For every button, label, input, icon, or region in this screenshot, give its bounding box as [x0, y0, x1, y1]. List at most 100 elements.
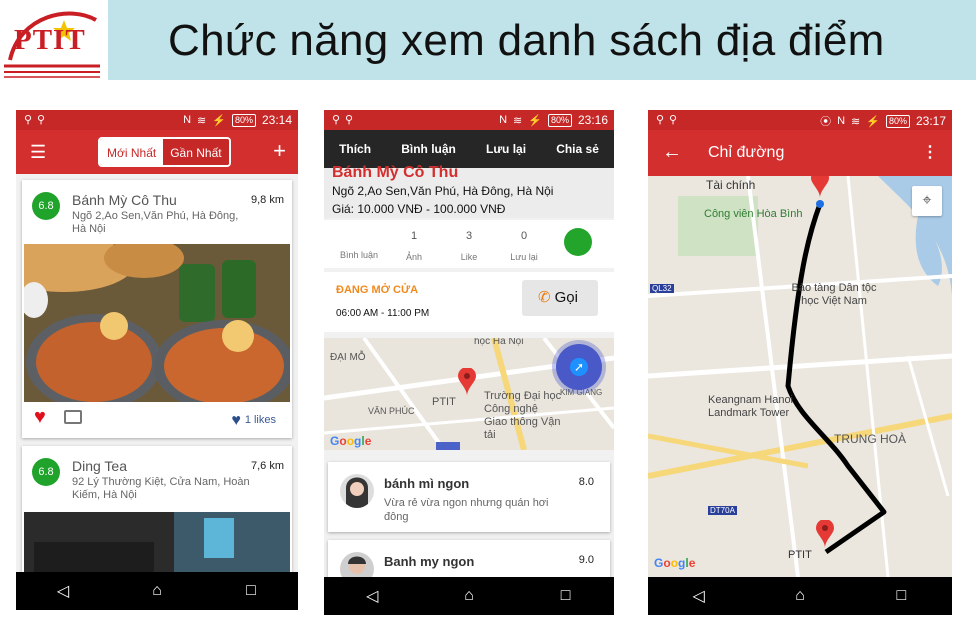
directions-icon: ➚ — [570, 358, 588, 376]
screen-title: Chỉ đường — [708, 144, 785, 161]
battery-level: 80% — [231, 113, 256, 127]
wifi-icon: ≋ — [851, 115, 861, 128]
place-distance: 9,8 km — [250, 194, 284, 206]
destination-pin-icon — [811, 176, 829, 198]
clock: 23:16 — [577, 113, 608, 127]
back-arrow-icon[interactable]: ← — [662, 141, 682, 164]
stat-value: 0 — [520, 230, 528, 242]
hamburger-menu-icon[interactable]: ☰ — [30, 142, 48, 163]
wifi-icon: ≋ — [197, 114, 207, 127]
place-address: Ngõ 2,Ao Sen,Văn Phú, Hà Đông, Hà Nội — [332, 184, 554, 198]
map-label: Bảo tàng Dân tộc học Việt Nam — [791, 282, 877, 307]
wifi-icon: ≋ — [513, 114, 523, 127]
battery-icon: ⚡ — [528, 114, 542, 127]
place-distance: 7,6 km — [250, 460, 284, 472]
map-label: PTIT — [788, 549, 812, 561]
avatar — [340, 474, 374, 508]
back-nav-icon[interactable]: ◁ — [679, 586, 719, 606]
food-photo[interactable] — [24, 512, 290, 576]
map-label: Công viên Hòa Bình — [704, 208, 803, 220]
battery-icon: ⚡ — [212, 114, 226, 127]
hours-text: 06:00 AM - 11:00 PM — [336, 308, 430, 319]
add-place-icon[interactable]: + — [273, 138, 286, 164]
tab-comment[interactable]: Bình luận — [401, 142, 456, 156]
review-card[interactable]: bánh mì ngon 8.0 Vừa rẻ vừa ngon nhưng q… — [328, 462, 610, 532]
back-nav-icon[interactable]: ◁ — [43, 581, 83, 601]
map-label: học Hà Nội — [474, 338, 524, 347]
stat-value: 1 — [410, 230, 418, 242]
home-nav-icon[interactable]: ⌂ — [137, 582, 177, 600]
nfc-icon: N — [837, 115, 846, 127]
tab-save[interactable]: Lưu lại — [486, 142, 526, 156]
score-badge: 6.8 — [32, 458, 60, 486]
battery-icon: ⚡ — [866, 115, 880, 128]
stat-label: Bình luận — [339, 250, 379, 260]
place-address: Ngõ 2,Ao Sen,Văn Phú, Hà Đông, Hà Nội — [72, 210, 239, 235]
logo-text: PTIT — [14, 24, 86, 56]
likes-count[interactable]: ♥ 1 likes — [231, 412, 276, 430]
more-vert-icon[interactable]: ⋮ — [922, 142, 938, 162]
stat-label: Lưu lại — [510, 252, 538, 262]
recents-nav-icon[interactable]: □ — [881, 587, 921, 605]
tab-newest[interactable]: Mới Nhất — [100, 139, 164, 165]
system-nav-bar: ◁ ⌂ □ — [648, 577, 952, 615]
usb-icon: ⚲⚲ — [332, 114, 359, 126]
recents-nav-icon[interactable]: □ — [546, 587, 586, 605]
review-body: Vừa rẻ vừa ngon nhưng quán hơi đông — [384, 497, 549, 523]
system-nav-bar: ◁ ⌂ □ — [324, 577, 614, 615]
my-location-icon[interactable]: ⌖ — [912, 186, 942, 216]
battery-level: 80% — [885, 114, 910, 128]
app-bar: ☰ Mới Nhất Gần Nhất + — [16, 130, 298, 174]
nfc-icon: N — [183, 114, 192, 126]
phone-detail-screen: ⚲⚲ N ≋ ⚡ 80% 23:16 Thích Bình luận Lưu l… — [324, 110, 614, 615]
likes-label: 1 likes — [244, 414, 276, 426]
tab-like[interactable]: Thích — [339, 142, 371, 156]
map-pin-icon — [458, 367, 476, 396]
home-nav-icon[interactable]: ⌂ — [449, 587, 489, 605]
clock: 23:17 — [915, 114, 946, 128]
score-badge: 6.8 — [32, 192, 60, 220]
review-score: 8.0 — [578, 476, 594, 488]
tab-share[interactable]: Chia sẻ — [556, 142, 599, 156]
slide: Chức năng xem danh sách địa điểm PTIT ⚲⚲… — [0, 0, 976, 633]
review-title: Banh my ngon — [384, 554, 475, 569]
route-map[interactable]: Tài chính Công viên Hòa Bình Bảo tàng Dâ… — [648, 176, 952, 577]
likes-heart-icon: ♥ — [231, 412, 241, 429]
comment-icon[interactable] — [64, 410, 82, 424]
nfc-icon: N — [499, 114, 508, 126]
sort-toggle: Mới Nhất Gần Nhất — [98, 137, 231, 167]
google-logo: Google — [330, 434, 372, 448]
status-indicator — [564, 228, 592, 256]
place-card[interactable]: 6.8 Ding Tea 7,6 km 92 Lý Thường Kiệt, C… — [22, 446, 292, 576]
place-card[interactable]: 6.8 Bánh Mỳ Cô Thu 9,8 km Ngõ 2,Ao Sen,V… — [22, 180, 292, 438]
map-label: Keangnam Hanoi Landmark Tower — [708, 394, 794, 419]
stat-comments: Bình luận — [334, 228, 384, 260]
place-name: Ding Tea — [72, 458, 128, 474]
place-price: Giá: 10.000 VNĐ - 100.000 VNĐ — [332, 202, 506, 216]
recents-nav-icon[interactable]: □ — [231, 582, 271, 600]
call-button[interactable]: ✆ Gọi — [522, 280, 598, 316]
clock: 23:14 — [261, 113, 292, 127]
place-name: Bánh Mỳ Cô Thu — [332, 164, 459, 181]
phone-list-screen: ⚲⚲ N ≋ ⚡ 80% 23:14 ☰ Mới Nhất Gần Nhất +… — [16, 110, 298, 610]
back-nav-icon[interactable]: ◁ — [352, 586, 392, 606]
stat-saves: 0 Lưu lại — [499, 230, 549, 262]
opening-hours: ĐANG MỞ CỬA 06:00 AM - 11:00 PM ✆ Gọi — [324, 272, 614, 332]
mini-map[interactable]: học Hà Nội ĐẠI MỖ PTIT Trường Đại học Cô… — [324, 338, 614, 450]
like-heart-icon[interactable]: ♥ — [34, 406, 46, 429]
tab-nearest[interactable]: Gần Nhất — [163, 139, 229, 165]
phone-icon: ✆ — [538, 289, 551, 306]
directions-fab[interactable]: ➚ — [556, 344, 602, 390]
battery-level: 80% — [547, 113, 572, 127]
review-title: bánh mì ngon — [384, 476, 470, 491]
google-logo: Google — [654, 556, 696, 570]
home-nav-icon[interactable]: ⌂ — [780, 587, 820, 605]
map-label: PTIT — [432, 396, 456, 408]
usb-icon: ⚲⚲ — [656, 114, 683, 126]
food-photo[interactable] — [24, 244, 290, 402]
open-status: ĐANG MỞ CỬA — [336, 284, 419, 296]
system-nav-bar: ◁ ⌂ □ — [16, 572, 298, 610]
status-bar: ⚲⚲ ⦿ N ≋ ⚡ 80% 23:17 — [648, 110, 952, 130]
origin-pin-icon — [816, 519, 834, 548]
map-label: Trường Đại học Công nghệ Giao thông Vận … — [484, 390, 562, 441]
